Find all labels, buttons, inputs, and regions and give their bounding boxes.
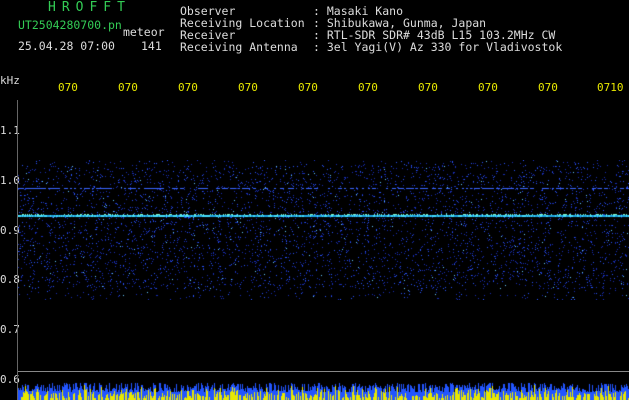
baseline-divider	[18, 371, 629, 372]
count-value: 141	[141, 39, 162, 53]
x-tick-label: 0710	[597, 81, 624, 94]
app-title: HROFFT	[48, 0, 131, 15]
info-label-antenna: Receiving Antenna	[180, 40, 298, 54]
axis-unit-label: kHz	[0, 74, 20, 87]
x-tick-label: 070	[118, 81, 138, 94]
x-tick-label: 070	[178, 81, 198, 94]
mode-label: meteor	[123, 25, 165, 39]
info-value-antenna: : 3el Yagi(V) Az 330 for Vladivostok	[313, 40, 563, 54]
x-tick-label: 070	[298, 81, 318, 94]
x-tick-label: 070	[58, 81, 78, 94]
x-tick-label: 070	[538, 81, 558, 94]
x-tick-label: 070	[358, 81, 378, 94]
x-tick-label: 070	[418, 81, 438, 94]
file-name: UT2504280700.pn	[18, 18, 122, 32]
date-time: 25.04.28 07:00	[18, 39, 115, 53]
spectrogram	[18, 160, 629, 300]
signal-strength-bars	[18, 378, 629, 400]
x-tick-label: 070	[478, 81, 498, 94]
x-tick-label: 070	[238, 81, 258, 94]
